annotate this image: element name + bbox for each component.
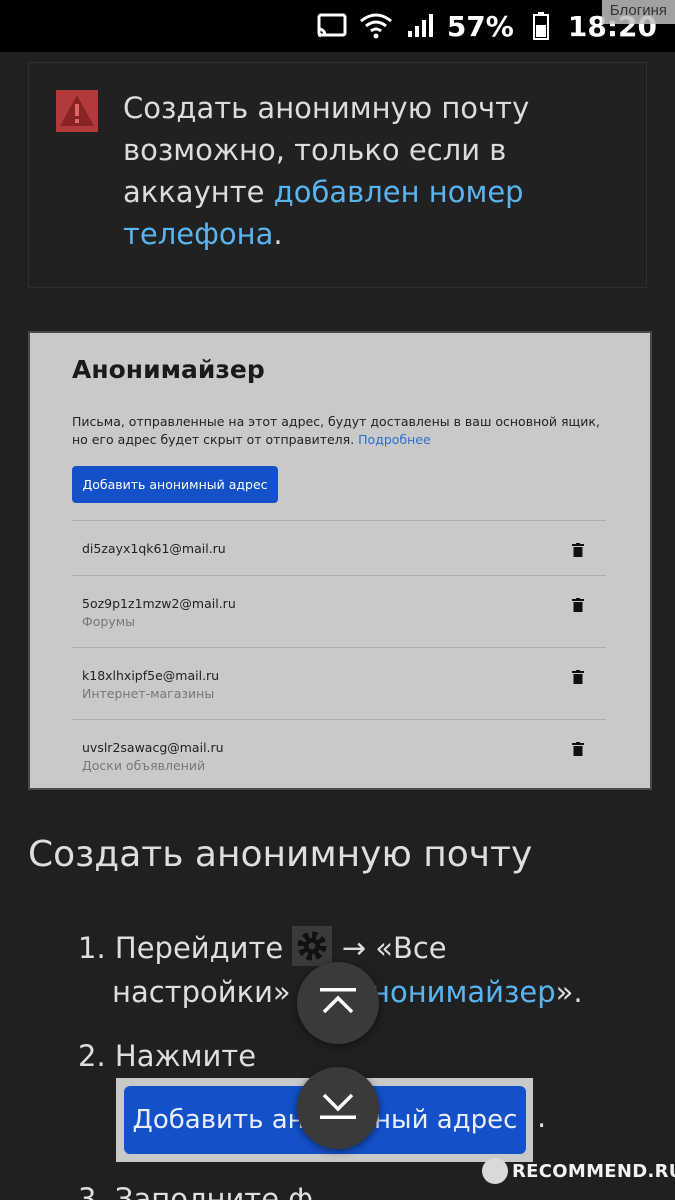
watermark-label: Блогиня <box>601 0 675 24</box>
scroll-bottom-icon <box>318 1091 358 1125</box>
wifi-icon <box>359 11 393 41</box>
address-email: uvslr2sawacg@mail.ru <box>82 740 224 755</box>
section-heading: Создать анонимную почту <box>28 834 533 875</box>
anonymizer-link[interactable]: Анонимайзер <box>351 975 556 1009</box>
phone-required-notice: Создать анонимную почту возможно, только… <box>28 62 647 288</box>
step1-text-end: ». <box>555 975 583 1009</box>
list-item: k18xlhxipf5e@mail.ru Интернет-магазины <box>72 647 606 719</box>
address-tag: Форумы <box>82 614 136 629</box>
address-email: k18xlhxipf5e@mail.ru <box>82 668 220 683</box>
trash-icon[interactable] <box>572 597 584 612</box>
step2-period: . <box>537 1100 547 1134</box>
scroll-to-bottom-button[interactable] <box>297 1067 379 1149</box>
list-item: 5oz9p1z1mzw2@mail.ru Форумы <box>72 575 606 647</box>
trash-icon[interactable] <box>572 669 584 684</box>
address-tag: Доски объявлений <box>82 758 206 773</box>
step1-text-arrow: → «Все <box>332 931 447 965</box>
scroll-top-icon <box>318 986 358 1020</box>
battery-icon <box>524 11 558 41</box>
cast-icon <box>315 11 349 41</box>
scroll-to-top-button[interactable] <box>297 962 379 1044</box>
list-item: di5zayx1qk61@mail.ru <box>72 520 606 575</box>
step1-text: 1. Перейдите <box>78 931 293 965</box>
gear-icon <box>292 926 333 966</box>
trash-icon[interactable] <box>572 741 584 756</box>
warning-icon <box>56 90 98 132</box>
description-text: Письма, отправленные на этот адрес, буду… <box>72 414 600 447</box>
trash-icon[interactable] <box>572 542 584 557</box>
step-3: 3. Заполните ф <box>78 1182 314 1200</box>
address-email: di5zayx1qk61@mail.ru <box>82 541 226 556</box>
address-list: di5zayx1qk61@mail.ru 5oz9p1z1mzw2@mail.r… <box>72 520 606 788</box>
address-tag: Интернет-магазины <box>82 686 215 701</box>
notice-text: Создать анонимную почту возможно, только… <box>123 87 623 255</box>
recommend-text: RECOMMEND.RU <box>512 1160 675 1182</box>
signal-icon <box>403 11 437 41</box>
battery-percent: 57% <box>446 9 514 43</box>
anonymizer-description: Письма, отправленные на этот адрес, буду… <box>72 413 612 449</box>
details-link[interactable]: Подробнее <box>358 432 431 447</box>
recommend-logo-icon <box>482 1158 508 1184</box>
list-item: uvslr2sawacg@mail.ru Доски объявлений <box>72 719 606 788</box>
anonymizer-title: Анонимайзер <box>72 355 265 384</box>
add-anonymous-address-button[interactable]: Добавить анонимный адрес <box>72 466 278 503</box>
notice-text-end: . <box>273 217 283 251</box>
status-bar: 57% 18:20 <box>0 0 675 52</box>
anonymizer-screenshot: Анонимайзер Письма, отправленные на этот… <box>28 331 652 790</box>
recommend-badge: RECOMMEND.RU <box>482 1158 675 1184</box>
address-email: 5oz9p1z1mzw2@mail.ru <box>82 596 236 611</box>
